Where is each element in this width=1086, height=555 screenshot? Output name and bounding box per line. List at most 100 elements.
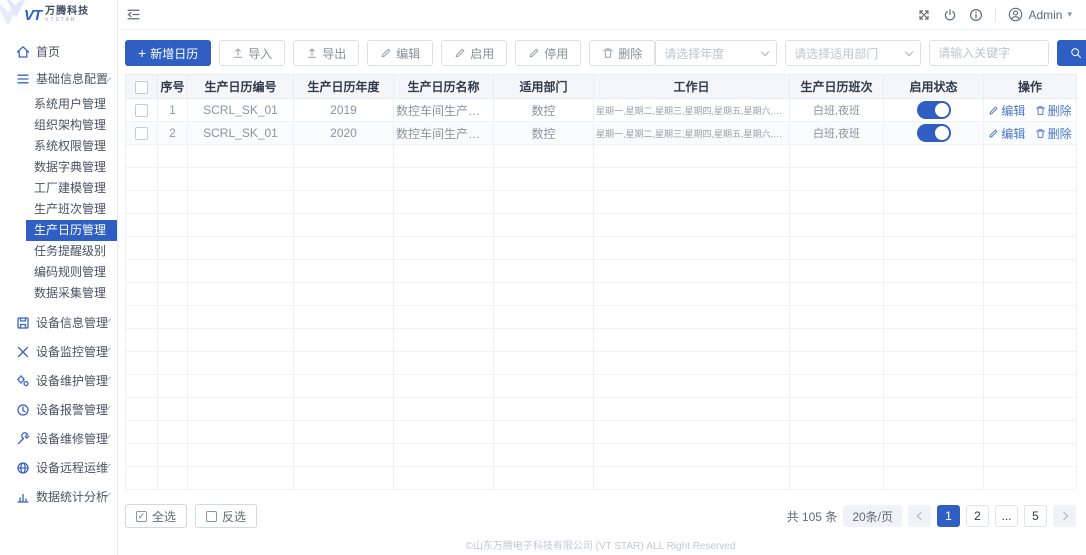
sidebar-group-device-remote-ops[interactable]: 设备远程运维 <box>0 453 117 482</box>
page-size-select[interactable]: 20条/页 <box>843 505 902 527</box>
sidebar-group-data-statistics[interactable]: 数据统计分析 <box>0 482 117 511</box>
next-page-button[interactable] <box>1053 505 1076 527</box>
sidebar-item-home[interactable]: 首页 <box>0 38 117 65</box>
empty-table-row <box>126 398 1077 421</box>
brand-name: 万腾科技 <box>45 7 89 17</box>
sidebar-item-production-calendar[interactable]: 生产日历管理 <box>26 220 117 241</box>
empty-table-row <box>126 444 1077 467</box>
sidebar-item-coding-rules[interactable]: 编码规则管理 <box>26 262 117 283</box>
caret-down-icon: ▾ <box>1067 9 1072 20</box>
pencil-icon <box>454 47 466 59</box>
app-window: VT 万腾科技 VTSTAR 首页 基础信息配置 系统用户管理 组织架构管理 系… <box>0 0 1086 555</box>
sidebar-group-device-monitoring[interactable]: 设备监控管理 <box>0 337 117 366</box>
calendar-code: SCRL_SK_01 <box>188 122 294 145</box>
delete-link[interactable]: 删除 <box>1035 125 1072 142</box>
department-select-placeholder: 请选择适用部门 <box>794 45 878 62</box>
page-button-2[interactable]: 2 <box>966 505 989 527</box>
search-button[interactable]: 搜索 <box>1057 40 1086 66</box>
export-button[interactable]: 导出 <box>293 40 359 66</box>
sidebar-item-system-users[interactable]: 系统用户管理 <box>26 94 117 115</box>
page-button-5[interactable]: 5 <box>1024 505 1047 527</box>
checked-checkbox-icon: ✓ <box>136 511 147 522</box>
calendar-dept: 数控 <box>494 122 594 145</box>
gears-icon <box>16 374 30 388</box>
user-menu[interactable]: Admin ▾ <box>1008 7 1072 22</box>
plus-icon: + <box>138 46 146 60</box>
sidebar-item-data-collection[interactable]: 数据采集管理 <box>26 283 117 304</box>
search-icon <box>1070 47 1082 59</box>
delete-button[interactable]: 删除 <box>589 40 655 66</box>
page-button-1[interactable]: 1 <box>937 505 960 527</box>
sidebar-group-label: 设备维修管理 <box>36 430 108 447</box>
empty-table-row <box>126 306 1077 329</box>
enable-toggle[interactable] <box>917 124 951 142</box>
empty-table-row <box>126 168 1077 191</box>
department-select[interactable]: 请选择适用部门 <box>785 40 921 66</box>
sidebar-group-device-alarm[interactable]: 设备报警管理 <box>0 395 117 424</box>
col-header-index: 序号 <box>158 75 188 99</box>
topbar: Admin ▾ <box>118 0 1086 30</box>
total-count: 共 105 条 <box>787 508 838 525</box>
sidebar-group-base-config[interactable]: 基础信息配置 <box>0 65 117 92</box>
sidebar-item-shift-management[interactable]: 生产班次管理 <box>26 199 117 220</box>
list-icon <box>16 72 30 86</box>
year-select[interactable]: 请选择年度 <box>655 40 777 66</box>
sidebar-group-device-maintenance[interactable]: 设备维护管理 <box>0 366 117 395</box>
select-all-checkbox[interactable] <box>135 81 148 94</box>
upload-icon <box>306 47 318 59</box>
sidebar-group-label: 数据统计分析 <box>36 488 108 505</box>
delete-link[interactable]: 删除 <box>1035 102 1072 119</box>
calendar-shift: 白班,夜班 <box>790 99 884 122</box>
sidebar-group-device-repair[interactable]: 设备维修管理 <box>0 424 117 453</box>
empty-table-row <box>126 329 1077 352</box>
row-checkbox[interactable] <box>135 127 148 140</box>
sidebar-item-factory-modeling[interactable]: 工厂建模管理 <box>26 178 117 199</box>
empty-table-row <box>126 191 1077 214</box>
calendar-workdays: 星期一,星期二,星期三,星期四,星期五,星期六,星期日; <box>594 122 790 145</box>
keyword-input[interactable] <box>929 40 1049 66</box>
sidebar-item-permissions[interactable]: 系统权限管理 <box>26 136 117 157</box>
row-checkbox[interactable] <box>135 104 148 117</box>
topbar-actions: Admin ▾ <box>917 7 1072 22</box>
fullscreen-icon[interactable] <box>917 8 931 22</box>
invert-selection-button[interactable]: 反选 <box>195 504 257 528</box>
sidebar-item-org-structure[interactable]: 组织架构管理 <box>26 115 117 136</box>
sidebar-item-task-reminder-level[interactable]: 任务提醒级别 <box>26 241 117 262</box>
alarm-icon <box>16 403 30 417</box>
chevron-right-icon <box>1059 512 1067 520</box>
enable-button[interactable]: 启用 <box>441 40 507 66</box>
add-calendar-button[interactable]: + 新增日历 <box>125 40 211 66</box>
edit-link[interactable]: 编辑 <box>988 102 1025 119</box>
enable-toggle[interactable] <box>917 101 951 119</box>
power-icon[interactable] <box>943 8 957 22</box>
sidebar-submenu: 系统用户管理 组织架构管理 系统权限管理 数据字典管理 工厂建模管理 生产班次管… <box>0 92 117 308</box>
wrench-icon <box>16 432 30 446</box>
sidebar-group-label: 设备报警管理 <box>36 401 108 418</box>
import-button[interactable]: 导入 <box>219 40 285 66</box>
prev-page-button[interactable] <box>908 505 931 527</box>
chevron-down-icon <box>905 48 913 56</box>
unchecked-checkbox-icon <box>206 511 217 522</box>
sidebar-item-data-dictionary[interactable]: 数据字典管理 <box>26 157 117 178</box>
empty-table-row <box>126 421 1077 444</box>
toolbar: + 新增日历 导入 导出 编辑 <box>125 40 1076 66</box>
empty-table-row <box>126 283 1077 306</box>
collapse-sidebar-icon[interactable] <box>126 7 141 22</box>
disable-button[interactable]: 停用 <box>515 40 581 66</box>
sidebar-group-device-info[interactable]: 设备信息管理 <box>0 308 117 337</box>
sidebar-group-label: 设备维护管理 <box>36 372 108 389</box>
page-ellipsis[interactable]: ... <box>995 505 1018 527</box>
col-header-dept: 适用部门 <box>494 75 594 99</box>
edit-button[interactable]: 编辑 <box>367 40 433 66</box>
info-icon[interactable] <box>969 8 983 22</box>
home-icon <box>16 45 30 59</box>
main-area: Admin ▾ + 新增日历 导入 <box>118 0 1086 555</box>
edit-link[interactable]: 编辑 <box>988 125 1025 142</box>
select-all-button[interactable]: ✓ 全选 <box>125 504 187 528</box>
page-content: + 新增日历 导入 导出 编辑 <box>118 30 1086 555</box>
calendar-name: 数控车间生产日历 <box>394 122 494 145</box>
calendar-year: 2019 <box>294 99 394 122</box>
col-header-actions: 操作 <box>984 75 1077 99</box>
trash-icon <box>602 47 614 59</box>
brand-logo: VT 万腾科技 VTSTAR <box>0 0 117 30</box>
